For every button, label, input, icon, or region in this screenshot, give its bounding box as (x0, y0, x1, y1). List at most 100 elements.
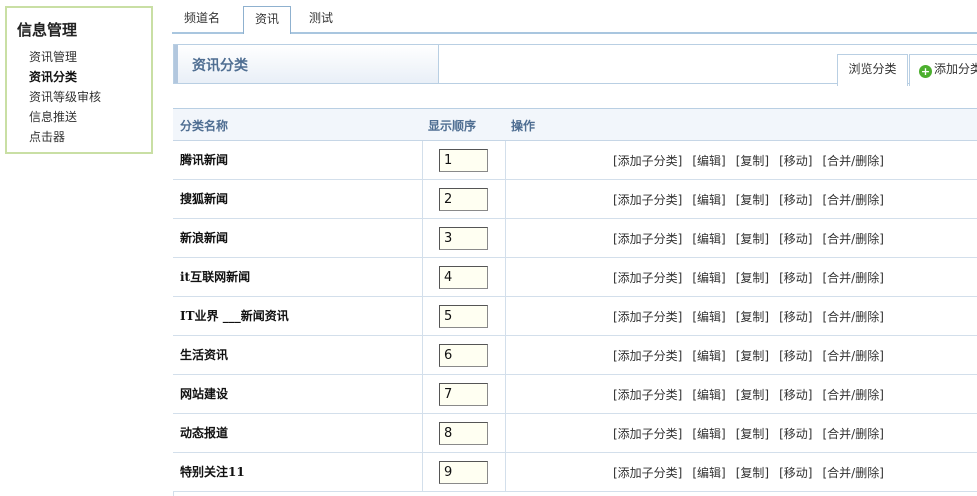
column-divider (422, 414, 423, 453)
move-link[interactable]: [移动] (779, 310, 812, 324)
add-subcategory-link[interactable]: [添加子分类] (613, 388, 682, 402)
merge-delete-link[interactable]: [合并/删除] (823, 427, 884, 441)
sidebar-item-news-management[interactable]: 资讯管理 (29, 47, 101, 67)
add-subcategory-link[interactable]: [添加子分类] (613, 310, 682, 324)
column-divider (422, 453, 423, 492)
add-plus-icon: + (919, 65, 932, 78)
edit-link[interactable]: [编辑] (692, 193, 725, 207)
tab-news[interactable]: 资讯 (243, 6, 291, 34)
copy-link[interactable]: [复制] (736, 193, 769, 207)
copy-link[interactable]: [复制] (736, 232, 769, 246)
merge-delete-link[interactable]: [合并/删除] (823, 388, 884, 402)
merge-delete-link[interactable]: [合并/删除] (823, 154, 884, 168)
category-name: it互联网新闻 (180, 270, 251, 284)
tab-test[interactable]: 测试 (309, 8, 333, 34)
sidebar-item-news-category[interactable]: 资讯分类 (29, 67, 101, 87)
row-actions: [添加子分类] [编辑] [复制] [移动] [合并/删除] (613, 308, 884, 325)
column-divider (505, 453, 506, 492)
merge-delete-link[interactable]: [合并/删除] (823, 271, 884, 285)
category-name: 搜狐新闻 (180, 192, 229, 206)
display-order-input[interactable] (439, 266, 488, 289)
copy-link[interactable]: [复制] (736, 349, 769, 363)
column-divider (422, 141, 423, 180)
tab-channel-name[interactable]: 频道名 (184, 8, 220, 34)
column-divider (505, 219, 506, 258)
display-order-input[interactable] (439, 227, 488, 250)
merge-delete-link[interactable]: [合并/删除] (823, 310, 884, 324)
merge-delete-link[interactable]: [合并/删除] (823, 349, 884, 363)
row-actions: [添加子分类] [编辑] [复制] [移动] [合并/删除] (613, 191, 884, 208)
table-row: 腾讯新闻 [添加子分类] [编辑] [复制] [移动] [合并/删除] (173, 141, 977, 180)
move-link[interactable]: [移动] (779, 232, 812, 246)
column-divider (505, 180, 506, 219)
move-link[interactable]: [移动] (779, 466, 812, 480)
add-subcategory-link[interactable]: [添加子分类] (613, 349, 682, 363)
move-link[interactable]: [移动] (779, 388, 812, 402)
edit-link[interactable]: [编辑] (692, 154, 725, 168)
sidebar-item-clicker[interactable]: 点击器 (29, 127, 101, 147)
add-subcategory-link[interactable]: [添加子分类] (613, 271, 682, 285)
sidebar-item-info-push[interactable]: 信息推送 (29, 107, 101, 127)
move-link[interactable]: [移动] (779, 427, 812, 441)
merge-delete-link[interactable]: [合并/删除] (823, 193, 884, 207)
column-divider (422, 297, 423, 336)
edit-link[interactable]: [编辑] (692, 271, 725, 285)
copy-link[interactable]: [复制] (736, 388, 769, 402)
display-order-input[interactable] (439, 383, 488, 406)
display-order-input[interactable] (439, 305, 488, 328)
copy-link[interactable]: [复制] (736, 466, 769, 480)
merge-delete-link[interactable]: [合并/删除] (823, 232, 884, 246)
section-title-cell: 资讯分类 (174, 45, 439, 83)
add-subcategory-link[interactable]: [添加子分类] (613, 427, 682, 441)
add-subcategory-link[interactable]: [添加子分类] (613, 193, 682, 207)
add-category-label: 添加分类 (934, 62, 977, 76)
add-subcategory-link[interactable]: [添加子分类] (613, 232, 682, 246)
edit-link[interactable]: [编辑] (692, 349, 725, 363)
category-name: 新浪新闻 (180, 231, 229, 245)
add-category-button[interactable]: +添加分类 (909, 54, 977, 86)
sidebar-item-news-level-review[interactable]: 资讯等级审核 (29, 87, 101, 107)
edit-link[interactable]: [编辑] (692, 388, 725, 402)
edit-link[interactable]: [编辑] (692, 232, 725, 246)
column-divider (422, 219, 423, 258)
column-divider (505, 414, 506, 453)
display-order-input[interactable] (439, 188, 488, 211)
table-header: 分类名称 显示顺序 操作 (173, 109, 977, 141)
section-header: 资讯分类 浏览分类 +添加分类 (173, 44, 977, 86)
merge-delete-link[interactable]: [合并/删除] (823, 466, 884, 480)
column-divider (422, 180, 423, 219)
copy-link[interactable]: [复制] (736, 271, 769, 285)
row-actions: [添加子分类] [编辑] [复制] [移动] [合并/删除] (613, 386, 884, 403)
copy-link[interactable]: [复制] (736, 427, 769, 441)
edit-link[interactable]: [编辑] (692, 427, 725, 441)
edit-link[interactable]: [编辑] (692, 310, 725, 324)
display-order-input[interactable] (439, 149, 488, 172)
column-divider (422, 336, 423, 375)
column-header-actions: 操作 (511, 119, 536, 133)
display-order-input[interactable] (439, 344, 488, 367)
display-order-input[interactable] (439, 461, 488, 484)
row-actions: [添加子分类] [编辑] [复制] [移动] [合并/删除] (613, 152, 884, 169)
table-row: IT业界 ___新闻资讯 [添加子分类] [编辑] [复制] [移动] [合并/删除] (173, 297, 977, 336)
row-actions: [添加子分类] [编辑] [复制] [移动] [合并/删除] (613, 464, 884, 481)
copy-link[interactable]: [复制] (736, 310, 769, 324)
edit-link[interactable]: [编辑] (692, 466, 725, 480)
column-divider (505, 141, 506, 180)
column-header-name: 分类名称 (180, 119, 229, 133)
top-tab-bar: 频道名 资讯 测试 (172, 0, 977, 34)
move-link[interactable]: [移动] (779, 271, 812, 285)
browse-category-button[interactable]: 浏览分类 (837, 54, 908, 86)
copy-link[interactable]: [复制] (736, 154, 769, 168)
move-link[interactable]: [移动] (779, 349, 812, 363)
column-divider (422, 258, 423, 297)
display-order-input[interactable] (439, 422, 488, 445)
row-actions: [添加子分类] [编辑] [复制] [移动] [合并/删除] (613, 269, 884, 286)
sidebar-menu: 资讯管理 资讯分类 资讯等级审核 信息推送 点击器 (29, 47, 101, 147)
add-subcategory-link[interactable]: [添加子分类] (613, 154, 682, 168)
table-row: 生活资讯 [添加子分类] [编辑] [复制] [移动] [合并/删除] (173, 336, 977, 375)
category-name: 网站建设 (180, 387, 229, 401)
add-subcategory-link[interactable]: [添加子分类] (613, 466, 682, 480)
move-link[interactable]: [移动] (779, 154, 812, 168)
table-row: 特别关注11 [添加子分类] [编辑] [复制] [移动] [合并/删除] (173, 453, 977, 492)
move-link[interactable]: [移动] (779, 193, 812, 207)
